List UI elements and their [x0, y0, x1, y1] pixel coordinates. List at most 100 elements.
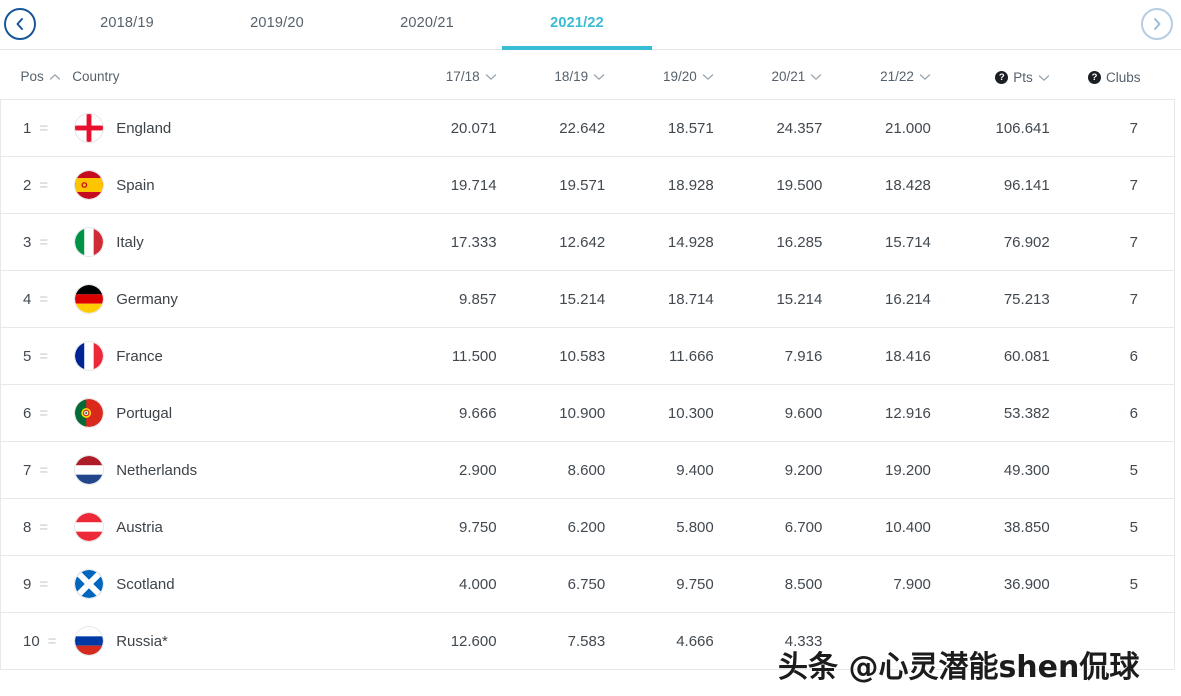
cell-19-20: 18.928	[667, 176, 714, 194]
country-name: Austria	[116, 518, 163, 536]
cell-country: England	[72, 100, 400, 157]
tab-2020-21[interactable]: 2020/21	[352, 0, 502, 50]
country-name: Germany	[116, 290, 178, 308]
cell-19-20: 10.300	[667, 404, 714, 422]
column-header-18-19[interactable]: 18/19	[508, 50, 618, 100]
cell-pts: 106.641	[995, 119, 1050, 137]
column-header-pos-label: Pos	[20, 69, 44, 85]
cell-19-20: 5.800	[676, 518, 714, 536]
cell-18-19: 10.583	[559, 347, 606, 365]
tab-2021-22[interactable]: 2021/22	[502, 0, 652, 50]
cell-position: 10 =	[1, 613, 73, 670]
help-icon[interactable]: ?	[1087, 71, 1101, 85]
position-number: 3	[23, 233, 32, 251]
table-row[interactable]: 3 = Italy 17.333 12.642 14.928 16.285 15.714 76.…	[0, 214, 1175, 271]
previous-season-arrow-button[interactable]	[4, 8, 36, 40]
cell-18-19: 10.900	[559, 404, 606, 422]
table-header: Pos Country 17/18 18/19 19/20 20/21 21/2…	[0, 50, 1175, 100]
cell-20-21: 4.333	[784, 632, 823, 650]
position-number: 7	[23, 461, 32, 479]
chevron-down-icon	[810, 73, 822, 81]
cell-position: 3 =	[1, 214, 73, 271]
cell-position: 6 =	[1, 385, 73, 442]
column-header-pts[interactable]: ? Pts	[942, 50, 1062, 100]
cell-clubs: 5	[1129, 461, 1138, 479]
cell-20-21: 6.700	[784, 518, 823, 536]
position-number: 2	[23, 176, 32, 194]
column-header-21-22[interactable]: 21/22	[834, 50, 943, 100]
cell-20-21: 15.214	[776, 290, 823, 308]
cell-pts: 49.300	[1003, 461, 1050, 479]
position-change-icon: =	[39, 290, 49, 308]
cell-pts: 53.382	[1003, 404, 1050, 422]
column-header-17-18[interactable]: 17/18	[400, 50, 509, 100]
cell-pts: 76.902	[1003, 233, 1050, 251]
cell-clubs: 7	[1129, 233, 1138, 251]
cell-country: Italy	[72, 214, 400, 271]
table-row[interactable]: 5 = France 11.500 10.583 11.666 7.916 18.416 60.…	[0, 328, 1175, 385]
cell-position: 1 =	[1, 100, 73, 157]
cell-17-18: 20.071	[450, 119, 497, 137]
cell-pts	[943, 613, 1062, 670]
season-tab-bar: 2018/19 2019/20 2020/21 2021/22	[0, 0, 1181, 50]
position-change-icon: =	[39, 575, 49, 593]
position-number: 4	[23, 290, 32, 308]
help-icon[interactable]: ?	[995, 71, 1009, 85]
column-header-20-21[interactable]: 20/21	[725, 50, 835, 100]
cell-18-19: 6.200	[567, 518, 606, 536]
position-change-icon: =	[39, 176, 49, 194]
country-coefficient-table: Pos Country 17/18 18/19 19/20 20/21 21/2…	[0, 50, 1175, 670]
cell-18-19: 8.600	[567, 461, 606, 479]
table-row[interactable]: 8 = Austria 9.750 6.200 5.800 6.700 10.400 38.85…	[0, 499, 1175, 556]
table-row[interactable]: 6 = Portugal 9.666 10.900 10.300 9.600 12.916 53…	[0, 385, 1175, 442]
cell-21-22: 15.714	[885, 233, 931, 251]
cell-18-19: 6.750	[567, 575, 606, 593]
cell-20-21: 8.500	[784, 575, 823, 593]
cell-18-19: 7.583	[567, 632, 606, 650]
chevron-down-icon	[1038, 74, 1050, 82]
cell-18-19: 19.571	[559, 176, 606, 194]
flag-icon	[74, 398, 105, 429]
table-row[interactable]: 2 = Spain 19.714 19.571 18.928 19.500 18.428 96.…	[0, 157, 1175, 214]
cell-17-18: 4.000	[459, 575, 497, 593]
cell-clubs: 5	[1129, 518, 1138, 536]
table-row[interactable]: 4 = Germany 9.857 15.214 18.714 15.214 16.214 75…	[0, 271, 1175, 328]
cell-17-18: 12.600	[450, 632, 497, 650]
column-header-20-21-label: 20/21	[771, 69, 806, 85]
country-coefficient-table-wrapper: Pos Country 17/18 18/19 19/20 20/21 21/2…	[0, 50, 1181, 670]
tab-2018-19[interactable]: 2018/19	[52, 0, 202, 50]
tab-2019-20[interactable]: 2019/20	[202, 0, 352, 50]
cell-21-22: 19.200	[885, 461, 931, 479]
table-row[interactable]: 1 = England 20.071 22.642 18.571 24.357 21.000 1…	[0, 100, 1175, 157]
flag-icon	[74, 341, 105, 372]
cell-pts: 38.850	[1003, 518, 1050, 536]
column-header-clubs[interactable]: ? Clubs	[1061, 50, 1175, 100]
cell-country: France	[72, 328, 400, 385]
season-tabs: 2018/19 2019/20 2020/21 2021/22	[52, 0, 652, 50]
cell-position: 5 =	[1, 328, 73, 385]
column-header-19-20[interactable]: 19/20	[617, 50, 726, 100]
column-header-18-19-label: 18/19	[554, 69, 589, 85]
next-season-arrow-button[interactable]	[1141, 8, 1173, 40]
position-number: 1	[23, 119, 32, 137]
cell-20-21: 16.285	[776, 233, 823, 251]
cell-21-22	[834, 613, 943, 670]
cell-17-18: 9.857	[459, 290, 497, 308]
cell-21-22: 12.916	[885, 404, 931, 422]
country-name: Netherlands	[116, 461, 198, 479]
chevron-up-icon	[49, 73, 61, 81]
cell-clubs: 7	[1129, 176, 1138, 194]
cell-21-22: 21.000	[885, 119, 931, 137]
column-header-clubs-label: Clubs	[1105, 70, 1141, 86]
cell-17-18: 17.333	[450, 233, 497, 251]
table-row[interactable]: 9 = Scotland 4.000 6.750 9.750 8.500 7.900 36.90…	[0, 556, 1175, 613]
cell-position: 8 =	[1, 499, 73, 556]
cell-19-20: 18.571	[667, 119, 714, 137]
table-row[interactable]: 7 = Netherlands 2.900 8.600 9.400 9.200 19.200 4…	[0, 442, 1175, 499]
country-name: Portugal	[116, 404, 173, 422]
position-change-icon: =	[39, 518, 49, 536]
table-row[interactable]: 10 = Russia* 12.600 7.583 4.666 4.333	[1, 613, 1175, 670]
column-header-country[interactable]: Country	[72, 50, 401, 100]
position-change-icon: =	[47, 632, 57, 650]
column-header-pos[interactable]: Pos	[0, 50, 73, 100]
